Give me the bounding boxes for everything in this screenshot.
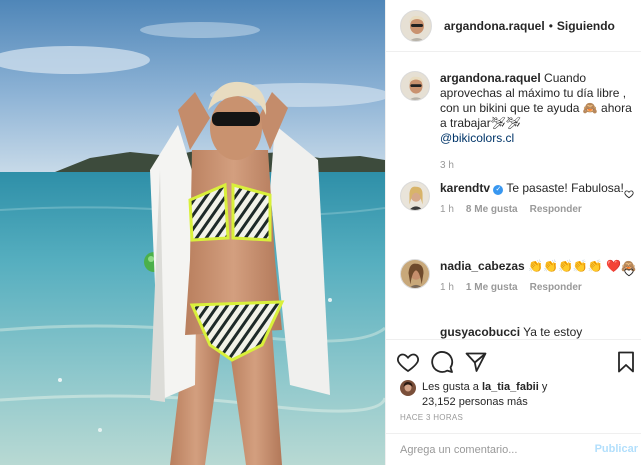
post-header: argandona.raquel • Siguiendo bbox=[386, 0, 641, 52]
author-avatar[interactable] bbox=[400, 9, 432, 42]
comment-likes-count[interactable]: 1 Me gusta bbox=[466, 282, 518, 293]
comment-username[interactable]: gusyacobucci bbox=[440, 325, 520, 339]
commenter-avatar[interactable] bbox=[400, 181, 430, 211]
reply-button[interactable]: Responder bbox=[530, 204, 582, 215]
comment-body: Ya te estoy bbox=[523, 325, 583, 339]
caption: argandona.raquel Cuando aprovechas al má… bbox=[400, 71, 636, 171]
comment-icon[interactable] bbox=[430, 350, 454, 374]
comment-likes-count[interactable]: 8 Me gusta bbox=[466, 204, 518, 215]
comment-text: karendtv ✓ Te pasaste! Fabulosa! bbox=[440, 181, 636, 196]
bookmark-icon[interactable] bbox=[614, 350, 638, 374]
comments-list[interactable]: argandona.raquel Cuando aprovechas al má… bbox=[386, 53, 641, 339]
reply-button[interactable]: Responder bbox=[530, 282, 582, 293]
small-heart-icon[interactable] bbox=[624, 267, 634, 277]
author-username[interactable]: argandona.raquel bbox=[444, 19, 545, 33]
post-actions-section: Les gusta a la_tia_fabii y 23,152 person… bbox=[386, 339, 641, 465]
comment-item: nadia_cabezas 👏👏👏👏👏 ❤️🙈 1 h 1 Me gusta R… bbox=[400, 259, 636, 293]
commenter-avatar[interactable] bbox=[400, 259, 430, 289]
comment-item: gusyacobucci Ya te estoy bbox=[400, 325, 636, 339]
caption-time[interactable]: 3 h bbox=[440, 160, 454, 171]
comment-body: 👏👏👏👏👏 ❤️🙈 bbox=[528, 259, 636, 273]
header-separator: • bbox=[548, 18, 553, 33]
comment-username[interactable]: nadia_cabezas bbox=[440, 259, 525, 273]
heart-icon[interactable] bbox=[396, 350, 420, 374]
liker-avatar[interactable] bbox=[400, 380, 416, 396]
liker-username[interactable]: la_tia_fabii bbox=[482, 381, 539, 393]
comment-item: karendtv ✓ Te pasaste! Fabulosa! 1 h 8 Me… bbox=[400, 181, 636, 215]
comment-username[interactable]: karendtv bbox=[440, 181, 490, 195]
caption-avatar[interactable] bbox=[400, 71, 430, 101]
verified-badge-icon: ✓ bbox=[493, 185, 504, 195]
share-icon[interactable] bbox=[464, 350, 488, 374]
comment-input[interactable] bbox=[400, 434, 580, 465]
post-photo[interactable] bbox=[0, 0, 385, 465]
follow-status-button[interactable]: Siguiendo bbox=[557, 19, 615, 33]
post-comment-button[interactable]: Publicar bbox=[595, 443, 638, 455]
caption-mention-link[interactable]: @bikicolors.cl bbox=[440, 131, 514, 145]
likes-summary: Les gusta a la_tia_fabii y 23,152 person… bbox=[400, 380, 640, 410]
add-comment-bar: Publicar bbox=[386, 433, 641, 465]
caption-meta: 3 h bbox=[440, 160, 636, 171]
caption-text: argandona.raquel Cuando aprovechas al má… bbox=[440, 71, 636, 146]
comment-text: nadia_cabezas 👏👏👏👏👏 ❤️🙈 bbox=[440, 259, 636, 274]
comment-text: gusyacobucci Ya te estoy bbox=[440, 325, 636, 339]
post-timestamp[interactable]: HACE 3 HORAS bbox=[400, 413, 463, 422]
caption-username[interactable]: argandona.raquel bbox=[440, 71, 541, 85]
likes-count-link[interactable]: 23,152 personas más bbox=[422, 396, 528, 408]
beach-photo-image bbox=[0, 0, 385, 465]
likes-connector: y bbox=[541, 381, 548, 393]
comment-meta: 1 h 1 Me gusta Responder bbox=[440, 282, 636, 293]
comment-time[interactable]: 1 h bbox=[440, 204, 454, 215]
action-icons bbox=[396, 350, 488, 374]
comment-body: Te pasaste! Fabulosa! bbox=[506, 181, 624, 195]
small-heart-icon[interactable] bbox=[624, 189, 634, 199]
likes-prefix: Les gusta a bbox=[422, 381, 479, 393]
post-side-panel: argandona.raquel • Siguiendo argandona.r… bbox=[385, 0, 641, 465]
comment-meta: 1 h 8 Me gusta Responder bbox=[440, 204, 636, 215]
comment-time[interactable]: 1 h bbox=[440, 282, 454, 293]
likes-text: Les gusta a la_tia_fabii y 23,152 person… bbox=[422, 380, 547, 410]
